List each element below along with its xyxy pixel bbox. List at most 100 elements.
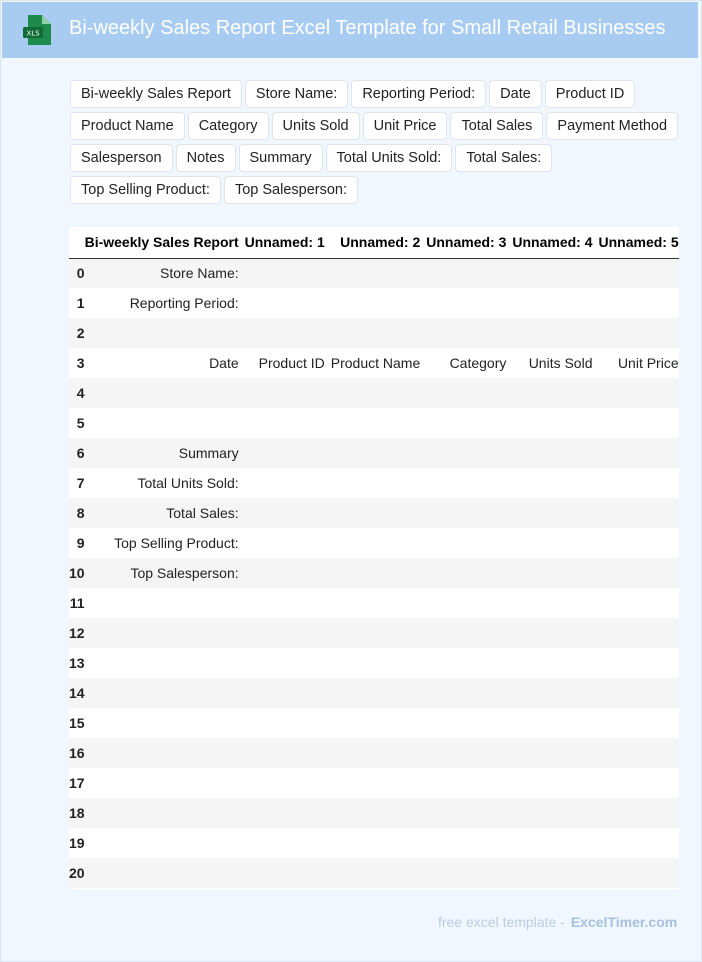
keyword-tag[interactable]: Store Name:	[244, 80, 349, 108]
table-cell	[512, 528, 598, 558]
table-cell	[599, 768, 680, 798]
table-cell	[331, 468, 426, 498]
table-cell	[426, 588, 512, 618]
table-cell	[599, 498, 680, 528]
table-cell	[599, 318, 680, 348]
table-cell	[245, 288, 331, 318]
keyword-tag-list: Bi-weekly Sales Report Store Name: Reporti…	[70, 80, 690, 204]
table-cell	[512, 288, 598, 318]
table-cell	[85, 858, 245, 888]
table-cell: Date	[209, 355, 239, 371]
table-row: 1 Reporting Period:	[69, 288, 679, 318]
keyword-tag[interactable]: Top Selling Product:	[70, 176, 221, 204]
table-cell	[599, 258, 680, 288]
table-cell	[512, 618, 598, 648]
keyword-tag[interactable]: Product Name	[70, 112, 185, 140]
table-cell: Unit Price	[617, 355, 679, 371]
table-cell: Store Name:	[160, 265, 239, 282]
table-cell	[512, 738, 598, 768]
table-row: 13	[69, 648, 679, 678]
table-cell	[426, 708, 512, 738]
table-cell: Top Selling Product:	[114, 535, 239, 551]
row-index-cell: 11	[69, 595, 85, 611]
table-cell	[512, 768, 598, 798]
table-cell	[426, 438, 512, 468]
table-cell	[426, 318, 512, 348]
table-cell	[331, 678, 426, 708]
page-title: Bi-weekly Sales Report Excel Template fo…	[69, 17, 666, 39]
keyword-tag[interactable]: Product ID	[544, 80, 636, 108]
row-index-cell: 4	[76, 385, 85, 401]
table-cell	[599, 408, 680, 438]
keyword-tag[interactable]: Salesperson	[70, 144, 173, 172]
row-index-cell: 14	[69, 685, 85, 701]
keyword-tag[interactable]: Date	[489, 80, 542, 108]
table-cell	[426, 378, 512, 408]
row-index-cell: 2	[76, 325, 85, 341]
table-cell	[85, 378, 245, 408]
keyword-tag[interactable]: Reporting Period:	[351, 80, 487, 108]
footer-brand-link[interactable]: ExcelTimer.com	[571, 914, 677, 930]
table-cell	[85, 768, 245, 798]
row-index-cell: 12	[69, 625, 85, 641]
table-row: 7 Total Units Sold:	[69, 468, 679, 498]
table-cell	[331, 648, 426, 678]
table-row: 2	[69, 318, 679, 348]
table-row: 20	[69, 858, 679, 888]
table-row: 0 Store Name:	[69, 258, 679, 288]
table-cell	[245, 318, 331, 348]
row-index-cell: 10	[69, 565, 85, 581]
table-row: 18	[69, 798, 679, 828]
table-cell	[245, 438, 331, 468]
row-index-cell: 7	[76, 475, 85, 491]
table-cell	[331, 588, 426, 618]
table-cell	[331, 408, 426, 438]
table-cell	[245, 408, 331, 438]
table-cell	[331, 708, 426, 738]
table-row: 19	[69, 828, 679, 858]
keyword-tag[interactable]: Top Salesperson:	[223, 176, 359, 204]
row-index-cell: 19	[69, 835, 85, 851]
keyword-tag[interactable]: Unit Price	[362, 112, 448, 140]
table-cell	[331, 438, 426, 468]
table-cell	[599, 618, 680, 648]
table-cell	[426, 558, 512, 588]
table-cell	[426, 258, 512, 288]
table-cell	[331, 258, 426, 288]
table-cell	[512, 378, 598, 408]
keyword-tag[interactable]: Payment Method	[546, 112, 679, 140]
table-cell	[426, 768, 512, 798]
keyword-tag[interactable]: Total Sales	[450, 112, 544, 140]
table-cell	[85, 738, 245, 768]
index-header-cell	[69, 227, 85, 259]
keyword-tag[interactable]: Units Sold	[271, 112, 360, 140]
table-cell	[512, 498, 598, 528]
table-row: 14	[69, 678, 679, 708]
column-header-cell: Unnamed: 1	[244, 227, 331, 259]
keyword-tag[interactable]: Bi-weekly Sales Report	[70, 80, 242, 108]
table-cell	[426, 678, 512, 708]
table-row: 16	[69, 738, 679, 768]
table-row: 11	[69, 588, 679, 618]
keyword-tag[interactable]: Total Units Sold:	[325, 144, 453, 172]
table-cell	[512, 258, 598, 288]
table-cell	[426, 468, 512, 498]
table-cell	[599, 378, 680, 408]
keyword-tag[interactable]: Total Sales:	[455, 144, 553, 172]
keyword-tag[interactable]: Notes	[175, 144, 236, 172]
keyword-tag[interactable]: Category	[187, 112, 269, 140]
table-cell	[331, 558, 426, 588]
table-cell	[599, 528, 680, 558]
row-index-cell: 17	[69, 775, 85, 791]
table-cell	[85, 318, 245, 348]
table-cell	[512, 708, 598, 738]
keyword-tag[interactable]: Summary	[238, 144, 323, 172]
table-cell	[426, 408, 512, 438]
row-index-cell: 9	[76, 535, 85, 551]
table-cell: Total Units Sold:	[137, 475, 239, 491]
table-row: 17	[69, 768, 679, 798]
row-index-cell: 0	[76, 265, 85, 282]
table-cell	[245, 618, 331, 648]
table-cell	[331, 528, 426, 558]
table-cell	[599, 798, 680, 828]
